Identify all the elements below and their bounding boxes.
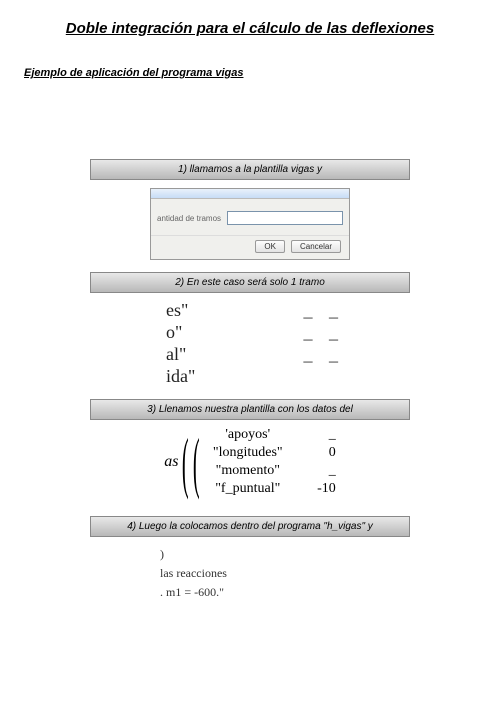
left-brace-icon: (	[182, 432, 189, 492]
fragment-2: as ( ( 'apoyos'_ "longitudes"0 "momento"…	[24, 426, 476, 498]
page-title: Doble integración para el cálculo de las…	[24, 20, 476, 37]
fragment-1: es"_ _ o"_ _ al"_ _ ida"	[150, 299, 350, 387]
subtitle-text: Ejemplo de aplicación del programa vigas	[24, 67, 476, 79]
frag3-line: las reacciones	[160, 564, 340, 583]
step-3-bar: 3) Llenamos nuestra plantilla con los da…	[90, 399, 410, 420]
frag2-row: "longitudes"0	[204, 444, 336, 462]
frag2-row: "momento"_	[204, 462, 336, 480]
frag1-row: ida"	[160, 365, 350, 387]
frag1-row: al"_ _	[160, 343, 350, 365]
frag3-line: )	[160, 545, 340, 564]
frag1-row: o"_ _	[160, 321, 350, 343]
as-label: as	[164, 453, 178, 471]
step-2-bar: 2) En este caso será solo 1 tramo	[90, 272, 410, 293]
left-brace-icon: (	[193, 432, 200, 492]
frag3-line: . m1 = -600."	[160, 583, 340, 602]
step-4-bar: 4) Luego la colocamos dentro del program…	[90, 516, 410, 537]
frag2-row: 'apoyos'_	[204, 426, 336, 444]
tramos-input[interactable]	[227, 211, 343, 225]
dialog-window: antidad de tramos OK Cancelar	[150, 188, 350, 260]
fragment-3: ) las reacciones . m1 = -600."	[160, 545, 340, 603]
cancel-button[interactable]: Cancelar	[291, 240, 341, 253]
dialog-field-label: antidad de tramos	[157, 214, 221, 223]
frag1-row: es"_ _	[160, 299, 350, 321]
step-1-bar: 1) llamamos a la plantilla vigas y	[90, 159, 410, 180]
frag2-row: "f_puntual"-10	[204, 480, 336, 498]
ok-button[interactable]: OK	[255, 240, 285, 253]
dialog-titlebar	[151, 189, 349, 199]
